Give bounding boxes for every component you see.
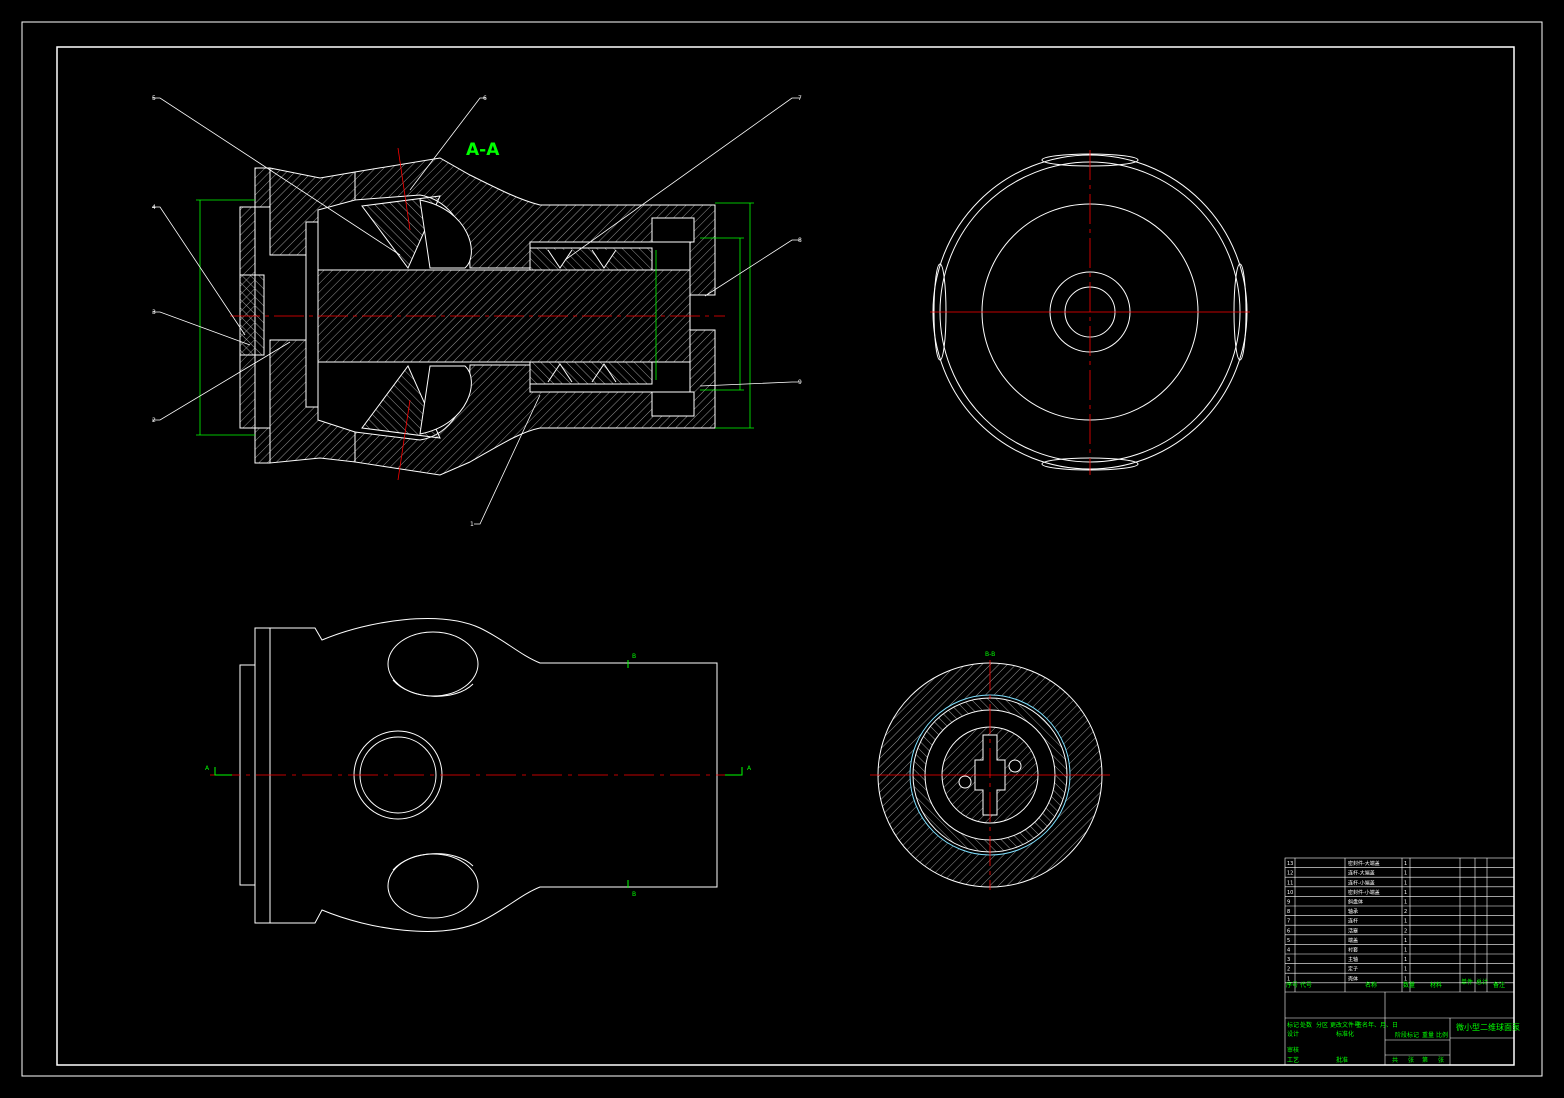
bom-row-name: 主轴	[1348, 956, 1358, 963]
section-mark-b-top: B	[632, 653, 636, 660]
approval-review: 审核	[1287, 1046, 1299, 1054]
bom-header-code: 代号	[1300, 981, 1312, 989]
bom-row-qty: 1	[1404, 880, 1407, 886]
bom-row-name: 活塞	[1348, 927, 1358, 934]
section-mark-a-left: A	[205, 765, 210, 772]
bom-header-qty: 数量	[1403, 981, 1415, 989]
bom-header-remark: 备注	[1493, 981, 1505, 989]
approval-sign: 签名	[1356, 1021, 1368, 1029]
bom-header-name: 名称	[1365, 981, 1377, 989]
balloon-3: 3	[152, 309, 156, 316]
bom-row-name: 定子	[1348, 966, 1358, 973]
bom-row-qty: 1	[1404, 900, 1407, 906]
bom-row-qty: 1	[1404, 967, 1407, 973]
approval-zone: 分区	[1316, 1021, 1328, 1029]
cad-drawing-canvas: A-A 5 6 7 4 8 3 9 2 1 A A B B B-B 13 密封件…	[21, 21, 1543, 1077]
approval-date: 年、月、日	[1368, 1021, 1398, 1029]
approval-count: 处数	[1300, 1021, 1312, 1029]
front-view	[210, 618, 743, 932]
bom-row-qty: 1	[1404, 938, 1407, 944]
bom-row-name: 密封件-大端盖	[1348, 860, 1380, 867]
balloon-8: 8	[798, 237, 802, 244]
bom-row-no: 12	[1287, 871, 1293, 877]
bom-row-name: 衬套	[1348, 947, 1358, 954]
approval-process: 工艺	[1287, 1056, 1299, 1064]
bom-row-qty: 1	[1404, 871, 1407, 877]
section-mark-a-right: A	[747, 765, 752, 772]
drawing-title: 微小型二维球面泵	[1456, 1022, 1520, 1032]
end-view	[930, 150, 1250, 475]
section-view-a-a: A-A 5 6 7 4 8 3 9 2 1	[152, 95, 802, 528]
balloon-4: 4	[152, 204, 156, 211]
seal-bottom	[651, 391, 695, 417]
section-view-b-b	[870, 660, 1110, 890]
sheet-no-unit: 张	[1438, 1056, 1444, 1064]
balloon-6: 6	[483, 95, 487, 102]
bom-row-no: 5	[1287, 938, 1290, 944]
balloon-7: 7	[798, 95, 802, 102]
bom-row-no: 7	[1287, 919, 1290, 925]
bom-row-no: 10	[1287, 890, 1293, 896]
bom-row-no: 4	[1287, 948, 1290, 954]
bom-row-qty: 1	[1404, 948, 1407, 954]
bom-row-no: 9	[1287, 900, 1290, 906]
bom-header-unit: 单件	[1461, 978, 1473, 986]
bom-row-name: 轴承	[1348, 908, 1358, 915]
bom-row-qty: 1	[1404, 919, 1407, 925]
bom-header-no: 序号	[1286, 981, 1298, 989]
outer-border	[21, 21, 1543, 1077]
bom-row-no: 2	[1287, 967, 1290, 973]
bom-row-no: 8	[1287, 909, 1290, 915]
bom-row-no: 6	[1287, 928, 1290, 934]
bom-row-name: 连杆-大端盖	[1348, 870, 1375, 877]
section-title: A-A	[466, 140, 500, 160]
shaft-collar	[305, 221, 319, 408]
approval-mark: 标记	[1287, 1021, 1299, 1029]
bom-row-no: 13	[1287, 861, 1293, 867]
sheet-no: 第	[1422, 1056, 1428, 1064]
bom-row-name: 连杆-小端盖	[1348, 879, 1375, 886]
bom-table: 13 密封件-大端盖 112 连杆-大端盖 111 连杆-小端盖 110 密封件-小端盖 19 斜…	[1287, 860, 1407, 982]
stage-mark: 阶段标记	[1395, 1031, 1419, 1039]
bom-row-qty: 2	[1404, 928, 1407, 934]
bom-row-name: 密封件-小端盖	[1348, 889, 1380, 896]
balloon-2: 2	[152, 417, 156, 424]
bom-row-name: 斜盘体	[1348, 899, 1363, 906]
sheet-total: 共	[1392, 1056, 1398, 1064]
title-block-labels: 微小型二维球面泵 序号 代号 名称 数量 材料 单件 总计 备注 标记 处数 分…	[1286, 978, 1520, 1064]
bom-row-qty: 1	[1404, 861, 1407, 867]
approval-approve: 批准	[1336, 1056, 1348, 1064]
section-mark-b-bottom: B	[632, 891, 636, 898]
balloon-5: 5	[152, 95, 156, 102]
section-mark-bb: B-B	[985, 651, 995, 658]
seal-top	[651, 217, 695, 243]
bom-row-qty: 1	[1404, 957, 1407, 963]
bom-row-name: 壳体	[1348, 975, 1358, 982]
bom-row-qty: 1	[1404, 890, 1407, 896]
approval-standard: 标准化	[1336, 1030, 1354, 1038]
bom-row-no: 3	[1287, 957, 1290, 963]
bearing-top	[529, 247, 653, 271]
weight-label: 重量	[1422, 1031, 1434, 1039]
bom-header-total: 总计	[1476, 978, 1488, 986]
bearing-bottom	[529, 361, 653, 385]
bom-row-name: 连杆	[1348, 918, 1358, 925]
balloon-9: 9	[798, 379, 802, 386]
bom-row-name: 端盖	[1348, 937, 1358, 944]
bom-row-no: 11	[1287, 880, 1293, 886]
bom-header-material: 材料	[1430, 981, 1442, 989]
bom-row-qty: 2	[1404, 909, 1407, 915]
approval-design: 设计	[1287, 1030, 1299, 1038]
section-mark-labels: A A B B B-B	[205, 651, 995, 898]
balloon-1: 1	[470, 521, 474, 528]
scale-label: 比例	[1436, 1031, 1448, 1039]
sheet-total-unit: 张	[1408, 1056, 1414, 1064]
